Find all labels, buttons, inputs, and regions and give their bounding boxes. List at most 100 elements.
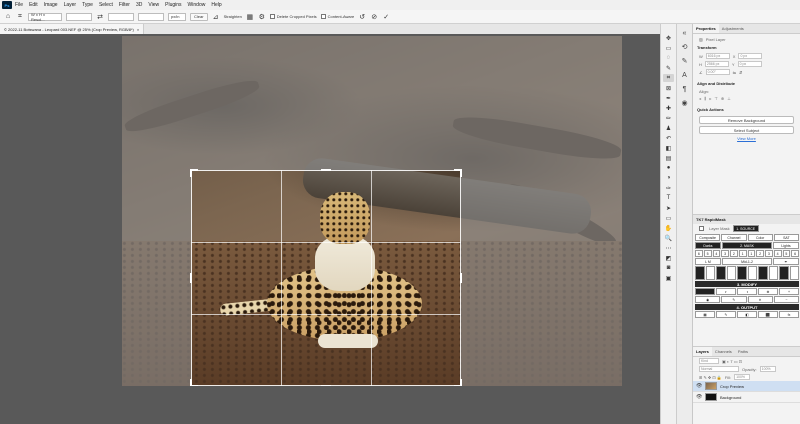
mask-strip[interactable]	[747, 266, 757, 280]
paragraph-icon[interactable]: ¶	[680, 84, 690, 94]
ratio-select[interactable]: W x H x Resol...	[28, 12, 62, 22]
output-button[interactable]: fx	[779, 311, 799, 318]
modify-button[interactable]: ◉	[695, 296, 721, 303]
mask-strip[interactable]	[705, 266, 715, 280]
select-subject-button[interactable]: Select Subject	[699, 126, 794, 134]
overlay-grid-icon[interactable]: ▦	[246, 13, 254, 21]
crop-handle[interactable]	[190, 379, 192, 386]
stamp-tool-icon[interactable]: ♟	[663, 124, 674, 132]
document-tab[interactable]: © 2022-11 Botswana - Leopard 003.NEF @ 2…	[0, 24, 145, 34]
cancel-icon[interactable]: ⊘	[370, 13, 378, 21]
mask-strip[interactable]	[695, 266, 705, 280]
menu-window[interactable]: Window	[185, 2, 209, 8]
content-aware-checkbox[interactable]	[320, 14, 326, 19]
pen-tool-icon[interactable]: ✑	[663, 184, 674, 192]
output-button[interactable]: ▦	[695, 311, 715, 318]
mask-strip[interactable]	[716, 266, 726, 280]
layer-row[interactable]: 👁 Crop Preview	[693, 381, 800, 392]
home-icon[interactable]: ⌂	[4, 13, 12, 21]
lasso-tool-icon[interactable]: ◌	[663, 54, 674, 62]
hand-tool-icon[interactable]: ✋	[663, 224, 674, 232]
zone-button[interactable]: 3	[765, 250, 773, 257]
path-select-tool-icon[interactable]: ➤	[663, 204, 674, 212]
menu-layer[interactable]: Layer	[61, 2, 80, 8]
lights-label[interactable]: Lights	[773, 242, 799, 249]
source-tab-color[interactable]: Color	[747, 234, 773, 241]
photo-canvas[interactable]	[122, 36, 622, 386]
source-tab-composite[interactable]: Composite	[695, 234, 721, 241]
menu-filter[interactable]: Filter	[116, 2, 133, 8]
collapse-icon[interactable]: «	[680, 28, 690, 38]
move-tool-icon[interactable]: ✥	[663, 34, 674, 42]
crop-handle[interactable]	[460, 379, 462, 386]
modify-button[interactable]: ✎	[721, 296, 747, 303]
canvas-area[interactable]	[0, 34, 660, 424]
menu-help[interactable]: Help	[208, 2, 224, 8]
opacity-field[interactable]: 100%	[759, 366, 776, 372]
crop-border[interactable]	[191, 170, 461, 386]
screen-mode-icon[interactable]: ▣	[663, 274, 674, 282]
crop-handle[interactable]	[321, 169, 331, 171]
zone-button[interactable]: 2	[756, 250, 764, 257]
angle-field[interactable]: 0.00°	[705, 69, 730, 75]
blur-tool-icon[interactable]: ●	[663, 164, 674, 172]
tab-properties[interactable]: Properties	[693, 24, 719, 33]
zone-button[interactable]: 3	[721, 250, 729, 257]
crop-handle[interactable]	[460, 273, 462, 283]
clear-button[interactable]: Clear	[190, 12, 208, 21]
mask-strip[interactable]	[768, 266, 778, 280]
mask-strip[interactable]	[737, 266, 747, 280]
zone-button[interactable]: 2	[730, 250, 738, 257]
menu-image[interactable]: Image	[41, 2, 61, 8]
align-center-icon[interactable]: ⫼	[704, 96, 706, 101]
history-brush-icon[interactable]: ↶	[663, 134, 674, 142]
resolution-field[interactable]	[138, 12, 164, 21]
shape-tool-icon[interactable]: ▭	[663, 214, 674, 222]
eraser-tool-icon[interactable]: ◧	[663, 144, 674, 152]
quick-actions-title[interactable]: Quick Actions	[693, 105, 800, 114]
lock-icons[interactable]: ⊞ ✎ ✥ ⊡ 🔒	[699, 375, 722, 380]
modify-button[interactable]	[695, 288, 715, 295]
y-field[interactable]: 0 px	[737, 61, 762, 67]
zone-button[interactable]: 4	[773, 250, 782, 257]
crop-handle[interactable]	[190, 169, 192, 177]
type-tool-icon[interactable]: T	[663, 194, 674, 202]
layer-mask-checkbox[interactable]	[699, 226, 704, 231]
swap-icon[interactable]: ⇄	[96, 13, 104, 21]
output-button[interactable]: ✎	[716, 311, 736, 318]
modify-button[interactable]: +	[779, 288, 799, 295]
mask-strip[interactable]	[779, 266, 789, 280]
zone-button[interactable]: 4	[712, 250, 721, 257]
layer-row[interactable]: 👁 Background	[693, 392, 800, 403]
layer-name[interactable]: Background	[720, 395, 741, 400]
source-tab-channel[interactable]: Channel	[721, 234, 747, 241]
kind-filter[interactable]: Kind	[699, 358, 719, 364]
zone-button[interactable]: 1	[738, 250, 747, 257]
eye-icon[interactable]: 👁	[696, 383, 702, 389]
content-aware-option[interactable]: Content-Aware	[320, 14, 354, 19]
eye-icon[interactable]: 👁	[696, 394, 702, 400]
straighten-icon[interactable]: ⊿	[212, 13, 220, 21]
zoom-tool-icon[interactable]: 🔍	[663, 234, 674, 242]
plugin-icon[interactable]: ◉	[680, 98, 690, 108]
modify-button[interactable]: ◑	[737, 288, 757, 295]
tab-channels[interactable]: Channels	[712, 347, 735, 356]
fill-field[interactable]: 100%	[734, 374, 751, 380]
zone-button[interactable]: 5	[782, 250, 791, 257]
menu-plugins[interactable]: Plugins	[162, 2, 184, 8]
straighten-label[interactable]: Straighten	[224, 14, 242, 19]
crop-tool-icon[interactable]: ⌗	[663, 74, 674, 82]
h-field[interactable]: 2566 px	[704, 61, 729, 67]
eyedropper-icon[interactable]: ✒	[773, 258, 799, 265]
modify-button[interactable]: ⊕	[758, 288, 778, 295]
align-right-icon[interactable]: ⫸	[709, 96, 711, 101]
delete-cropped-option[interactable]: Delete Cropped Pixels	[269, 14, 317, 19]
character-icon[interactable]: A	[680, 70, 690, 80]
layer-name[interactable]: Crop Preview	[720, 384, 744, 389]
color-swatch-icon[interactable]: ◩	[663, 254, 674, 262]
zone-button[interactable]: 6	[695, 250, 703, 257]
transform-title[interactable]: Transform	[693, 43, 800, 52]
align-title[interactable]: Align and Distribute	[693, 79, 800, 88]
flip-vertical-icon[interactable]: ⇵	[739, 70, 742, 75]
crop-tool-icon[interactable]: ⌗	[16, 13, 24, 21]
